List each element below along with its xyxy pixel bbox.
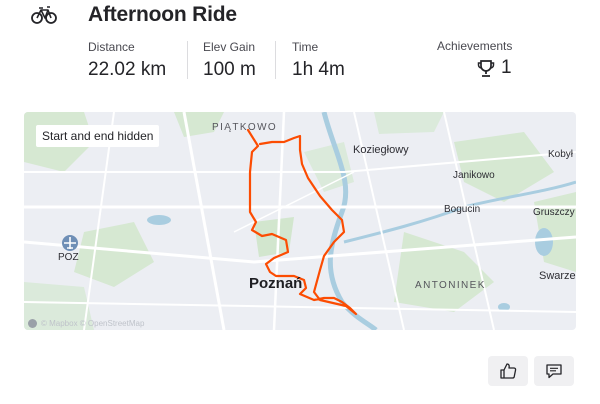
- map-label-antoninek: ANTONINEK: [415, 280, 486, 291]
- stat-distance-value: 22.02 km: [88, 59, 167, 80]
- activity-title[interactable]: Afternoon Ride: [88, 3, 237, 27]
- route-map[interactable]: PIĄTKOWO Koziegłowy Kobył Janikowo Boguc…: [24, 112, 576, 330]
- stat-distance-label: Distance: [88, 40, 135, 54]
- stat-elev-gain: Elev Gain 100 m: [203, 40, 256, 81]
- map-label-poz-airport: POZ: [58, 252, 79, 263]
- stat-time: Time 1h 4m: [292, 40, 345, 81]
- achievements-count: 1: [501, 57, 512, 78]
- mapbox-logo-icon: [28, 319, 37, 328]
- stat-elev-gain-label: Elev Gain: [203, 40, 256, 54]
- map-label-kozieglowy: Koziegłowy: [353, 144, 409, 156]
- stat-time-label: Time: [292, 40, 319, 54]
- kudos-button[interactable]: [488, 356, 528, 386]
- map-label-swarzedz: Swarze: [539, 270, 576, 282]
- stat-divider: [275, 41, 276, 79]
- map-label-janikowo: Janikowo: [453, 170, 495, 181]
- map-label-poznan: Poznań: [249, 275, 303, 292]
- map-label-gruszczyn: Gruszczy: [533, 207, 575, 218]
- start-end-hidden-badge: Start and end hidden: [36, 125, 160, 147]
- map-attribution-text[interactable]: © Mapbox © OpenStreetMap: [41, 319, 144, 328]
- comment-icon: [546, 364, 562, 379]
- stat-distance: Distance 22.02 km: [88, 40, 166, 81]
- stat-time-value: 1h 4m: [292, 59, 345, 80]
- map-label-kobyl: Kobył: [548, 149, 574, 160]
- stat-elev-gain-value: 100 m: [203, 59, 256, 80]
- map-label-bogucin: Bogucin: [444, 204, 481, 215]
- trophy-icon: [477, 59, 495, 77]
- achievements-label: Achievements: [437, 39, 513, 53]
- stat-divider: [187, 41, 188, 79]
- thumbs-up-icon: [500, 363, 517, 379]
- map-label-piatkowo: PIĄTKOWO: [212, 122, 278, 133]
- achievements: Achievements 1: [437, 39, 513, 78]
- map-attribution[interactable]: © Mapbox © OpenStreetMap: [28, 319, 144, 328]
- comment-button[interactable]: [534, 356, 574, 386]
- bike-icon: [31, 6, 57, 24]
- achievements-count-row: 1: [477, 57, 512, 79]
